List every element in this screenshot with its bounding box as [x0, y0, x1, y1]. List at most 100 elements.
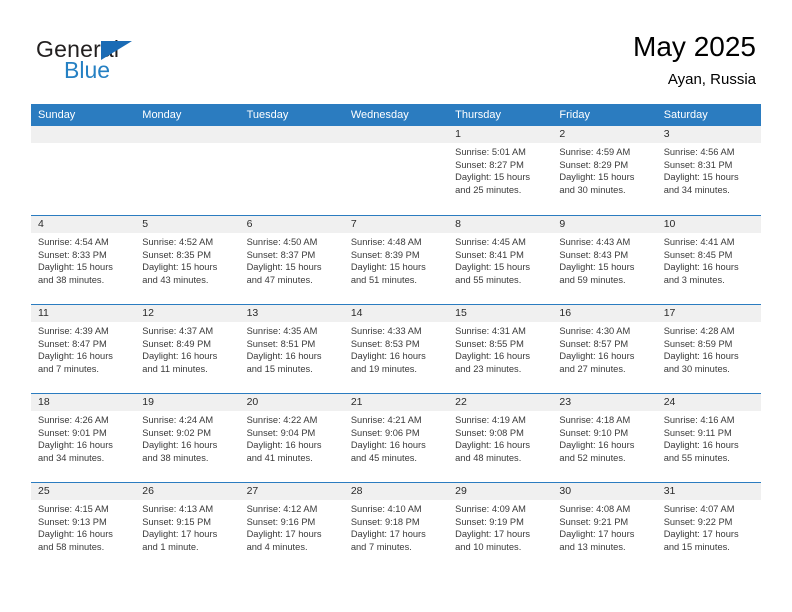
day-number: 23 — [552, 394, 657, 411]
sunrise-time: Sunrise: 5:01 AM — [455, 147, 526, 157]
calendar-day-cell[interactable]: 22 Sunrise: 4:19 AM Sunset: 9:08 PM Dayligh… — [448, 394, 553, 482]
sunrise-time: Sunrise: 4:54 AM — [38, 237, 109, 247]
sunset-time: Sunset: 8:33 PM — [38, 249, 107, 260]
day-sun-info: Sunrise: 4:15 AM Sunset: 9:13 PM Daylight:… — [31, 500, 135, 553]
sunset-time: Sunset: 8:57 PM — [559, 338, 629, 349]
sunset-time: Sunset: 8:47 PM — [38, 338, 107, 349]
calendar-day-cell[interactable]: 26 Sunrise: 4:13 AM Sunset: 9:15 PM Dayligh… — [135, 483, 240, 571]
calendar-day-cell[interactable]: 12 Sunrise: 4:37 AM Sunset: 8:49 PM Dayligh… — [135, 305, 240, 393]
daylight-duration-line2: and 15 minutes. — [246, 363, 313, 374]
daylight-duration-line1: Daylight: 15 hours — [559, 262, 635, 273]
calendar-day-cell[interactable]: 8 Sunrise: 4:45 AM Sunset: 8:41 PM Daylight… — [448, 216, 553, 304]
daylight-duration-line1: Daylight: 16 hours — [38, 529, 113, 540]
sunset-time: Sunset: 8:51 PM — [246, 338, 316, 349]
daylight-duration-line2: and 30 minutes. — [559, 184, 626, 195]
day-sun-info: Sunrise: 4:19 AM Sunset: 9:08 PM Daylight:… — [448, 411, 552, 464]
daylight-duration-line1: Daylight: 16 hours — [455, 440, 531, 451]
day-sun-info: Sunrise: 4:10 AM Sunset: 9:18 PM Daylight:… — [344, 500, 448, 553]
sunrise-time: Sunrise: 4:10 AM — [350, 504, 422, 514]
calendar-day-cell[interactable]: 11 Sunrise: 4:39 AM Sunset: 8:47 PM Dayligh… — [31, 305, 136, 393]
weeks-container: 1 Sunrise: 5:01 AM Sunset: 8:27 PM Daylight… — [31, 126, 761, 571]
daylight-duration-line1: Daylight: 15 hours — [246, 262, 322, 273]
day-number — [135, 126, 240, 143]
calendar-day-cell[interactable]: 18 Sunrise: 4:26 AM Sunset: 9:01 PM Dayligh… — [31, 394, 136, 482]
calendar-day-cell[interactable]: 7 Sunrise: 4:48 AM Sunset: 8:39 PM Daylight… — [343, 216, 449, 304]
calendar-week-row: 11 Sunrise: 4:39 AM Sunset: 8:47 PM Dayligh… — [31, 304, 761, 393]
calendar-day-cell[interactable]: 10 Sunrise: 4:41 AM Sunset: 8:45 PM Dayligh… — [656, 216, 761, 304]
general-blue-logo[interactable]: General Blue — [36, 36, 236, 88]
day-number: 28 — [343, 483, 449, 500]
calendar-day-cell[interactable]: 16 Sunrise: 4:30 AM Sunset: 8:57 PM Dayligh… — [552, 305, 657, 393]
day-number: 7 — [343, 216, 449, 233]
sunrise-time: Sunrise: 4:35 AM — [246, 326, 318, 336]
day-number: 16 — [552, 305, 657, 322]
calendar-day-cell[interactable]: 4 Sunrise: 4:54 AM Sunset: 8:33 PM Daylight… — [31, 216, 136, 304]
sunrise-time: Sunrise: 4:26 AM — [38, 415, 109, 425]
calendar-day-cell[interactable]: 20 Sunrise: 4:22 AM Sunset: 9:04 PM Dayligh… — [239, 394, 344, 482]
sunset-time: Sunset: 9:16 PM — [246, 516, 316, 527]
day-number: 25 — [31, 483, 136, 500]
calendar-day-cell[interactable]: 9 Sunrise: 4:43 AM Sunset: 8:43 PM Daylight… — [552, 216, 657, 304]
page-header: General Blue May 2025 Ayan, Russia — [0, 0, 792, 100]
day-sun-info: Sunrise: 4:56 AM Sunset: 8:31 PM Daylight:… — [657, 143, 761, 196]
day-number: 10 — [656, 216, 761, 233]
sunrise-time: Sunrise: 4:09 AM — [455, 504, 526, 514]
sunrise-time: Sunrise: 4:07 AM — [663, 504, 735, 514]
sunset-time: Sunset: 8:59 PM — [663, 338, 733, 349]
daylight-duration-line1: Daylight: 15 hours — [663, 172, 739, 183]
day-sun-info: Sunrise: 4:28 AM Sunset: 8:59 PM Daylight:… — [657, 322, 761, 375]
sunrise-time: Sunrise: 4:15 AM — [38, 504, 109, 514]
sunset-time: Sunset: 8:55 PM — [455, 338, 524, 349]
calendar-day-cell[interactable]: 6 Sunrise: 4:50 AM Sunset: 8:37 PM Daylight… — [239, 216, 344, 304]
calendar-day-cell[interactable]: 19 Sunrise: 4:24 AM Sunset: 9:02 PM Dayligh… — [135, 394, 240, 482]
calendar-day-cell[interactable]: 25 Sunrise: 4:15 AM Sunset: 9:13 PM Dayligh… — [31, 483, 136, 571]
sunset-time: Sunset: 9:18 PM — [350, 516, 420, 527]
daylight-duration-line2: and 27 minutes. — [559, 363, 626, 374]
sunrise-time: Sunrise: 4:08 AM — [559, 504, 631, 514]
daylight-duration-line1: Daylight: 15 hours — [559, 172, 635, 183]
day-number: 12 — [135, 305, 240, 322]
day-sun-info: Sunrise: 4:21 AM Sunset: 9:06 PM Daylight:… — [344, 411, 448, 464]
sunset-time: Sunset: 8:53 PM — [350, 338, 420, 349]
day-sun-info: Sunrise: 4:24 AM Sunset: 9:02 PM Daylight:… — [135, 411, 239, 464]
weekday-header-wednesday: Wednesday — [350, 109, 409, 121]
daylight-duration-line1: Daylight: 16 hours — [142, 351, 218, 362]
sunset-time: Sunset: 8:31 PM — [663, 159, 733, 170]
calendar-day-cell[interactable]: 30 Sunrise: 4:08 AM Sunset: 9:21 PM Dayligh… — [552, 483, 657, 571]
calendar-day-cell[interactable]: 29 Sunrise: 4:09 AM Sunset: 9:19 PM Dayligh… — [448, 483, 553, 571]
daylight-duration-line1: Daylight: 15 hours — [38, 262, 113, 273]
calendar-day-cell[interactable]: 27 Sunrise: 4:12 AM Sunset: 9:16 PM Dayligh… — [239, 483, 344, 571]
calendar-day-cell[interactable]: 15 Sunrise: 4:31 AM Sunset: 8:55 PM Dayligh… — [448, 305, 553, 393]
calendar-day-cell[interactable]: 17 Sunrise: 4:28 AM Sunset: 8:59 PM Dayligh… — [656, 305, 761, 393]
calendar-day-cell[interactable]: 13 Sunrise: 4:35 AM Sunset: 8:51 PM Dayligh… — [239, 305, 344, 393]
calendar-day-cell[interactable]: 23 Sunrise: 4:18 AM Sunset: 9:10 PM Dayligh… — [552, 394, 657, 482]
weekday-header-tuesday: Tuesday — [246, 109, 289, 121]
daylight-duration-line1: Daylight: 16 hours — [38, 351, 113, 362]
sunset-time: Sunset: 9:22 PM — [663, 516, 733, 527]
sunset-time: Sunset: 8:29 PM — [559, 159, 629, 170]
calendar-day-cell[interactable]: 21 Sunrise: 4:21 AM Sunset: 9:06 PM Dayligh… — [343, 394, 449, 482]
daylight-duration-line1: Daylight: 17 hours — [559, 529, 635, 540]
calendar-day-cell[interactable]: 14 Sunrise: 4:33 AM Sunset: 8:53 PM Dayligh… — [343, 305, 449, 393]
sunrise-time: Sunrise: 4:12 AM — [246, 504, 318, 514]
sunrise-time: Sunrise: 4:39 AM — [38, 326, 109, 336]
calendar-day-cell[interactable]: 3 Sunrise: 4:56 AM Sunset: 8:31 PM Daylight… — [656, 126, 761, 215]
daylight-duration-line2: and 41 minutes. — [246, 452, 313, 463]
daylight-duration-line2: and 19 minutes. — [350, 363, 417, 374]
weekday-header-saturday: Saturday — [663, 109, 708, 121]
daylight-duration-line2: and 10 minutes. — [455, 541, 522, 552]
calendar-day-cell[interactable]: 2 Sunrise: 4:59 AM Sunset: 8:29 PM Daylight… — [552, 126, 657, 215]
weekday-header-friday: Friday — [559, 109, 590, 121]
sunset-time: Sunset: 9:19 PM — [455, 516, 524, 527]
day-sun-info: Sunrise: 4:54 AM Sunset: 8:33 PM Daylight:… — [31, 233, 135, 286]
calendar-day-cell-empty — [239, 126, 344, 215]
sunrise-time: Sunrise: 4:50 AM — [246, 237, 318, 247]
calendar-day-cell[interactable]: 31 Sunrise: 4:07 AM Sunset: 9:22 PM Dayligh… — [656, 483, 761, 571]
calendar-day-cell[interactable]: 24 Sunrise: 4:16 AM Sunset: 9:11 PM Dayligh… — [656, 394, 761, 482]
calendar-day-cell[interactable]: 5 Sunrise: 4:52 AM Sunset: 8:35 PM Daylight… — [135, 216, 240, 304]
day-sun-info: Sunrise: 4:39 AM Sunset: 8:47 PM Daylight:… — [31, 322, 135, 375]
calendar-day-cell[interactable]: 1 Sunrise: 5:01 AM Sunset: 8:27 PM Daylight… — [448, 126, 553, 215]
daylight-duration-line2: and 30 minutes. — [663, 363, 730, 374]
sunset-time: Sunset: 9:04 PM — [246, 427, 316, 438]
calendar-day-cell[interactable]: 28 Sunrise: 4:10 AM Sunset: 9:18 PM Dayligh… — [343, 483, 449, 571]
